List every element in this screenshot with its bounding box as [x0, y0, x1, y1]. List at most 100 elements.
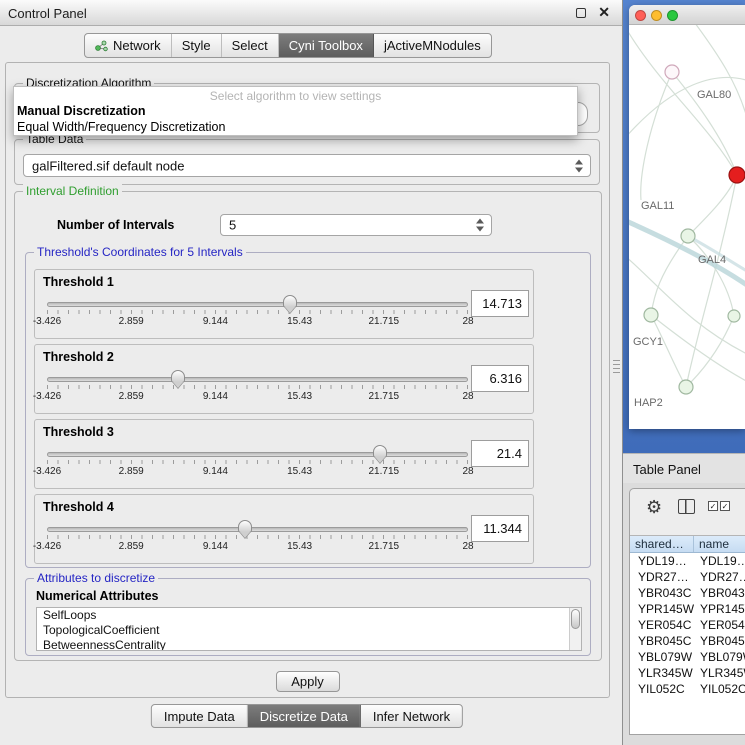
- network-view-window[interactable]: GAL80 GAL11 GAL4 GCY1 HAP2: [629, 5, 745, 429]
- tab-jactivemnodules[interactable]: jActiveMNodules: [374, 34, 491, 57]
- threshold-4-value-field[interactable]: 11.344: [471, 515, 529, 542]
- traffic-light-zoom-icon[interactable]: [667, 10, 678, 21]
- list-item[interactable]: SelfLoops: [37, 608, 581, 623]
- network-node[interactable]: [681, 229, 695, 243]
- threshold-3-value-field[interactable]: 21.4: [471, 440, 529, 467]
- network-node-selected[interactable]: [729, 167, 745, 183]
- list-item[interactable]: BetweennessCentrality: [37, 638, 581, 651]
- network-node-label: GAL11: [641, 200, 674, 212]
- scale-label: 28: [462, 466, 473, 477]
- traffic-light-minimize-icon[interactable]: [651, 10, 662, 21]
- splitpane-grip[interactable]: [613, 360, 620, 376]
- network-node[interactable]: [728, 310, 740, 322]
- slider-thumb[interactable]: [283, 295, 297, 308]
- close-icon[interactable]: ✕: [598, 4, 610, 21]
- table-row[interactable]: YER054C YER054C: [630, 617, 745, 633]
- tab-select-label: Select: [232, 38, 268, 53]
- cell-name: YBR045C: [694, 633, 745, 649]
- network-icon: [95, 40, 108, 52]
- table-row[interactable]: YPR145W YPR145W: [630, 601, 745, 617]
- network-desktop: GAL80 GAL11 GAL4 GCY1 HAP2: [623, 0, 745, 453]
- cell-shared-name: YLR345W: [630, 665, 694, 681]
- network-node[interactable]: [644, 308, 658, 322]
- tab-jactivemnodules-label: jActiveMNodules: [384, 38, 481, 53]
- column-header-shared-name[interactable]: shared…: [630, 536, 694, 552]
- tab-network-label: Network: [113, 38, 161, 53]
- threshold-1-value-field[interactable]: 14.713: [471, 290, 529, 317]
- columns-icon[interactable]: [678, 499, 695, 514]
- scrollbar-thumb[interactable]: [571, 609, 580, 629]
- slider-thumb[interactable]: [373, 445, 387, 458]
- tab-infer-network[interactable]: Infer Network: [361, 705, 462, 727]
- slider-thumb[interactable]: [171, 370, 185, 383]
- interval-definition-group: Interval Definition Number of Intervals …: [14, 191, 602, 661]
- tab-style[interactable]: Style: [172, 34, 222, 57]
- network-node[interactable]: [679, 380, 693, 394]
- slider-track[interactable]: [47, 452, 468, 457]
- interval-definition-title: Interval Definition: [23, 184, 122, 198]
- scale-label: 2.859: [119, 391, 144, 402]
- numerical-attributes-list[interactable]: SelfLoops TopologicalCoefficient Between…: [36, 607, 582, 651]
- scale-label: 9.144: [203, 541, 228, 552]
- list-scrollbar[interactable]: [569, 608, 581, 650]
- tab-select[interactable]: Select: [222, 34, 279, 57]
- table-row[interactable]: YIL052C YIL052C: [630, 681, 745, 697]
- table-row[interactable]: YBR043C YBR043C: [630, 585, 745, 601]
- tab-cyni-toolbox[interactable]: Cyni Toolbox: [279, 34, 374, 57]
- threshold-2-value-field[interactable]: 6.316: [471, 365, 529, 392]
- thresholds-group-title: Threshold's Coordinates for 5 Intervals: [34, 245, 246, 259]
- threshold-1-slider[interactable]: -3.426 2.859 9.144 15.43 21.715 28: [47, 296, 468, 330]
- threshold-3-label: Threshold 3: [43, 425, 114, 439]
- gear-icon[interactable]: ⚙: [646, 496, 662, 518]
- traffic-light-close-icon[interactable]: [635, 10, 646, 21]
- scale-label: -3.426: [33, 466, 61, 477]
- table-data-combobox[interactable]: galFiltered.sif default node: [23, 154, 591, 177]
- network-canvas[interactable]: GAL80 GAL11 GAL4 GCY1 HAP2: [629, 25, 745, 429]
- table-row[interactable]: YDL19… YDL19…: [630, 553, 745, 569]
- dropdown-option-equal-width[interactable]: Equal Width/Frequency Discretization: [17, 120, 225, 134]
- scale-label: 21.715: [369, 541, 400, 552]
- node-table: shared… name YDL19… YDL19… YDR27… YDR27……: [630, 535, 745, 735]
- table-row[interactable]: YLR345W YLR345W: [630, 665, 745, 681]
- scale-label: 28: [462, 541, 473, 552]
- slider-ticks: [47, 460, 468, 464]
- slider-track[interactable]: [47, 527, 468, 532]
- slider-thumb[interactable]: [238, 520, 252, 533]
- cell-name: YBL079W: [694, 649, 745, 665]
- cell-name: YDL19…: [694, 553, 745, 569]
- table-row[interactable]: YBL079W YBL079W: [630, 649, 745, 665]
- table-panel-title: Table Panel: [633, 462, 701, 477]
- scale-label: 2.859: [119, 316, 144, 327]
- float-window-icon[interactable]: [576, 8, 586, 18]
- threshold-3-panel: Threshold 3 -3.426 2.859 9.144 15.43 21.…: [34, 419, 534, 489]
- right-area: GAL80 GAL11 GAL4 GCY1 HAP2 Table Panel ⚙…: [623, 0, 745, 745]
- apply-button[interactable]: Apply: [276, 671, 340, 692]
- column-header-name[interactable]: name: [694, 536, 745, 552]
- slider-track[interactable]: [47, 377, 468, 382]
- dropdown-option-manual-discretization[interactable]: Manual Discretization: [17, 104, 146, 118]
- checkbox-icon[interactable]: ✓: [708, 501, 718, 511]
- slider-track[interactable]: [47, 302, 468, 307]
- threshold-3-slider[interactable]: -3.426 2.859 9.144 15.43 21.715 28: [47, 446, 468, 480]
- threshold-2-label: Threshold 2: [43, 350, 114, 364]
- table-row[interactable]: YBR045C YBR045C: [630, 633, 745, 649]
- scale-label: 2.859: [119, 541, 144, 552]
- cell-shared-name: YIL052C: [630, 681, 694, 697]
- network-node[interactable]: [665, 65, 679, 79]
- list-item[interactable]: TopologicalCoefficient: [37, 623, 581, 638]
- tab-infer-network-label: Infer Network: [373, 709, 450, 724]
- threshold-4-slider[interactable]: -3.426 2.859 9.144 15.43 21.715 28: [47, 521, 468, 555]
- tab-impute-data[interactable]: Impute Data: [152, 705, 248, 727]
- network-window-titlebar: [629, 5, 745, 25]
- threshold-1-label: Threshold 1: [43, 275, 114, 289]
- table-row[interactable]: YDR27… YDR27…: [630, 569, 745, 585]
- threshold-2-slider[interactable]: -3.426 2.859 9.144 15.43 21.715 28: [47, 371, 468, 405]
- checkbox-icon[interactable]: ✓: [720, 501, 730, 511]
- number-of-intervals-combobox[interactable]: 5: [220, 214, 492, 236]
- network-node-label: HAP2: [634, 397, 663, 409]
- tab-network[interactable]: Network: [85, 34, 172, 57]
- tab-discretize-data[interactable]: Discretize Data: [248, 705, 361, 727]
- attributes-to-discretize-group: Attributes to discretize Numerical Attri…: [25, 578, 591, 656]
- slider-ticks: [47, 310, 468, 314]
- cell-shared-name: YDL19…: [630, 553, 694, 569]
